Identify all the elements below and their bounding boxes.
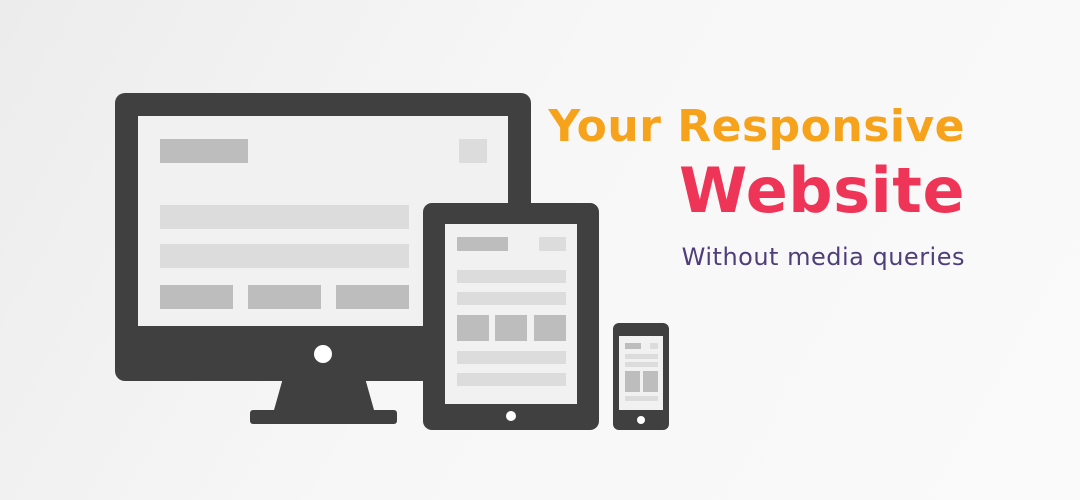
headline-line-2: Website <box>679 154 965 227</box>
tagline: Without media queries <box>681 243 965 271</box>
headline-block: Your Responsive Website Without media qu… <box>548 100 965 274</box>
headline-line-1: Your Responsive <box>548 101 965 152</box>
phone-icon <box>613 323 669 430</box>
